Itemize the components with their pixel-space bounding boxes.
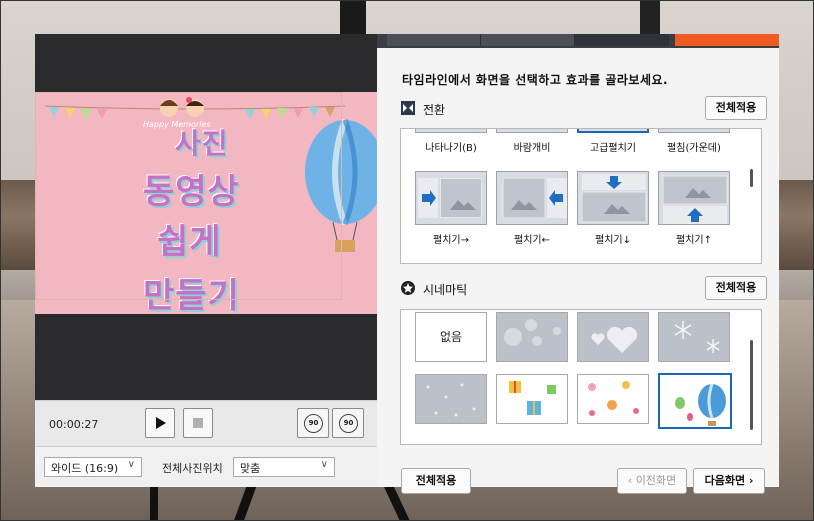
transition-header: 전환 전체적용 [401,96,767,122]
transition-tile-top-4[interactable] [658,129,730,133]
flower-icon [588,381,639,416]
cinematic-snow[interactable] [658,312,730,362]
cinematic-list: 없음 [400,309,762,445]
chevron-down-icon: ∨ [320,459,328,470]
cinematic-header: 시네마틱 전체적용 [401,276,767,302]
photo-position-label: 전체사진위치 [162,462,223,475]
arrow-left-icon [502,177,567,219]
tab-1[interactable] [387,34,481,46]
transition-list: 나타나기(B) 바람개비 고급펼치기 펼침(가운데) 펼치기→ 펼치기← 펼치기… [400,128,762,264]
transition-top-label-1: 나타나기(B) [425,143,477,154]
tab-2[interactable] [481,34,575,46]
app-window: Happy Memories 사진 동영상 쉽게 만들기 00:00:27 90… [35,34,779,494]
transition-top-label-3: 고급펼치기 [590,143,636,154]
rotate-left-icon: 90 [304,414,323,433]
previous-screen-button[interactable]: ‹ 이전화면 [617,468,687,494]
apply-all-button[interactable]: 전체적용 [401,468,471,494]
balloon-icon [675,383,726,426]
photo-position-value: 맞춤 [240,462,261,475]
cinematic-none[interactable]: 없음 [415,312,487,362]
rotate-right-icon: 90 [339,414,358,433]
transition-apply-all-button[interactable]: 전체적용 [705,96,767,120]
cinematic-none-label: 없음 [439,330,463,344]
transition-tile-expand-down[interactable] [577,171,649,225]
gift-icon [509,381,556,415]
photo-position-select[interactable]: 맞춤 ∨ [233,457,335,477]
stop-button[interactable] [183,408,213,438]
transition-tile-top-3[interactable] [577,129,649,133]
star-icon [401,281,415,295]
aspect-ratio-value: 와이드 (16:9) [51,462,119,475]
play-icon [156,417,166,429]
cinematic-scrollbar[interactable] [750,340,753,430]
cinematic-apply-all-button[interactable]: 전체적용 [705,276,767,300]
preview-pane: Happy Memories 사진 동영상 쉽게 만들기 00:00:27 90… [35,34,377,487]
primary-action-button[interactable] [675,34,779,46]
video-preview: Happy Memories 사진 동영상 쉽게 만들기 [35,92,377,314]
cinematic-dots[interactable] [415,374,487,424]
cinematic-bokeh[interactable] [496,312,568,362]
transition-tile-expand-right[interactable] [415,171,487,225]
settings-bar: 와이드 (16:9) ∨ 전체사진위치 맞춤 ∨ [35,446,377,487]
rotate-left-button[interactable]: 90 [297,408,329,438]
next-screen-button[interactable]: 다음화면 › [693,468,765,494]
player-bar: 00:00:27 90 90 [35,400,377,446]
rotate-right-button[interactable]: 90 [332,408,364,438]
transition-label-expand-left: 펼치기← [514,235,550,246]
transition-icon [401,101,415,115]
transition-title: 전환 [423,103,446,117]
transition-tile-top-2[interactable] [496,129,568,133]
transition-scrollbar[interactable] [750,169,753,187]
cinematic-balloons[interactable] [658,373,732,429]
transition-label-expand-up: 펼치기↑ [676,235,712,246]
cinematic-hearts[interactable] [577,312,649,362]
transition-top-label-2: 바람개비 [513,143,551,154]
transition-label-expand-right: 펼치기→ [433,235,469,246]
transition-tile-top-1[interactable] [415,129,487,133]
arrow-right-icon [418,178,476,218]
heart-icon [591,326,638,353]
top-tabs [377,34,779,48]
dots-icon [426,383,476,417]
transition-label-expand-down: 펼치기↓ [595,235,631,246]
cinematic-gifts[interactable] [496,374,568,424]
tab-3[interactable] [575,34,669,46]
arrow-up-icon [662,175,728,224]
instruction-text: 타임라인에서 화면을 선택하고 효과를 골라보세요. [402,73,669,87]
transition-tile-expand-up[interactable] [658,171,730,225]
transition-top-label-4: 펼침(가운데) [667,143,721,154]
chevron-down-icon: ∨ [127,459,135,470]
bokeh-icon [504,319,561,346]
transition-tile-expand-left[interactable] [496,171,568,225]
effects-pane: 타임라인에서 화면을 선택하고 효과를 골라보세요. 전환 전체적용 나타나기(… [377,34,779,494]
cinematic-title: 시네마틱 [423,283,468,297]
cinematic-flowers[interactable] [577,374,649,424]
playback-time: 00:00:27 [49,418,99,431]
stop-icon [193,418,203,428]
snowflake-icon [674,321,720,353]
play-button[interactable] [145,408,175,438]
arrow-down-icon [581,174,647,223]
aspect-ratio-select[interactable]: 와이드 (16:9) ∨ [44,457,142,477]
